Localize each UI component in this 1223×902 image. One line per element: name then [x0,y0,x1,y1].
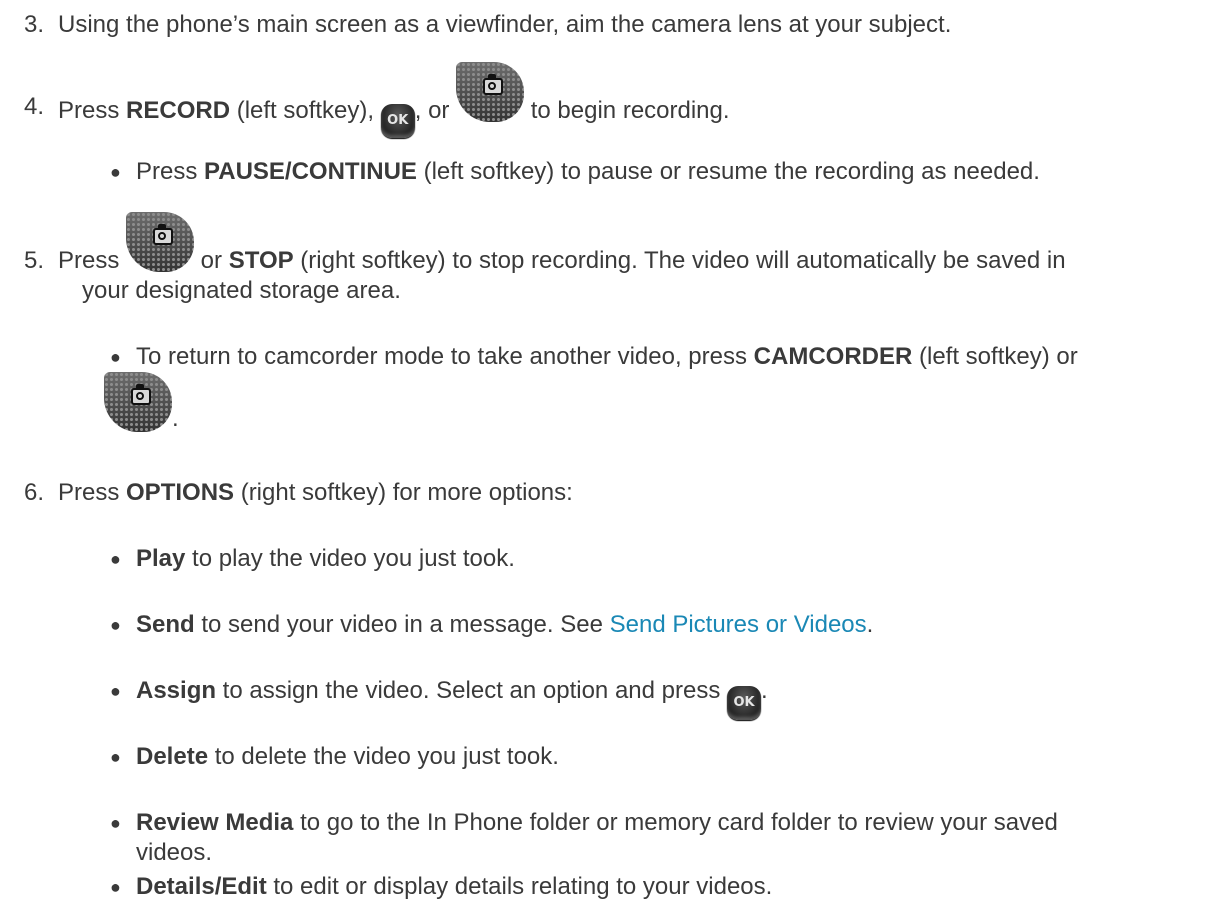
bullet-icon: ● [110,615,121,635]
bullet-icon: ● [110,813,121,833]
step-text: Press or STOP (right softkey) to stop re… [58,212,1066,282]
step-number: 5. [24,247,45,274]
bullet-text: Press PAUSE/CONTINUE (left softkey) to p… [136,158,1040,185]
option-review-media-line2: videos. [136,839,213,866]
ok-key-icon: OK [380,104,415,138]
bullet-icon: ● [110,347,121,367]
bullet-icon: ● [110,747,121,767]
step-text: Using the phone’s main screen as a viewf… [58,11,952,38]
step-5-line2: your designated storage area. [82,277,401,304]
camera-key-icon [456,62,525,122]
send-pictures-link[interactable]: Send Pictures or Videos [610,611,867,638]
step-number: 6. [24,479,45,506]
bullet-icon: ● [110,162,121,182]
step-number: 4. [24,93,45,120]
step-text: Press RECORD (left softkey), OK, or to b… [58,62,730,138]
bullet-icon: ● [110,681,121,701]
bullet-icon: ● [110,549,121,569]
bullet-icon: ● [110,877,121,897]
step-5-bullet-line2: . [104,372,179,434]
step-number: 3. [24,11,45,38]
bullet-text: To return to camcorder mode to take anot… [136,343,1078,370]
camera-key-icon [126,212,195,272]
camera-key-icon [104,372,172,432]
softkey-label: RECORD [126,97,231,124]
step-text: Press OPTIONS (right softkey) for more o… [58,479,573,506]
ok-key-icon: OK [727,686,762,720]
